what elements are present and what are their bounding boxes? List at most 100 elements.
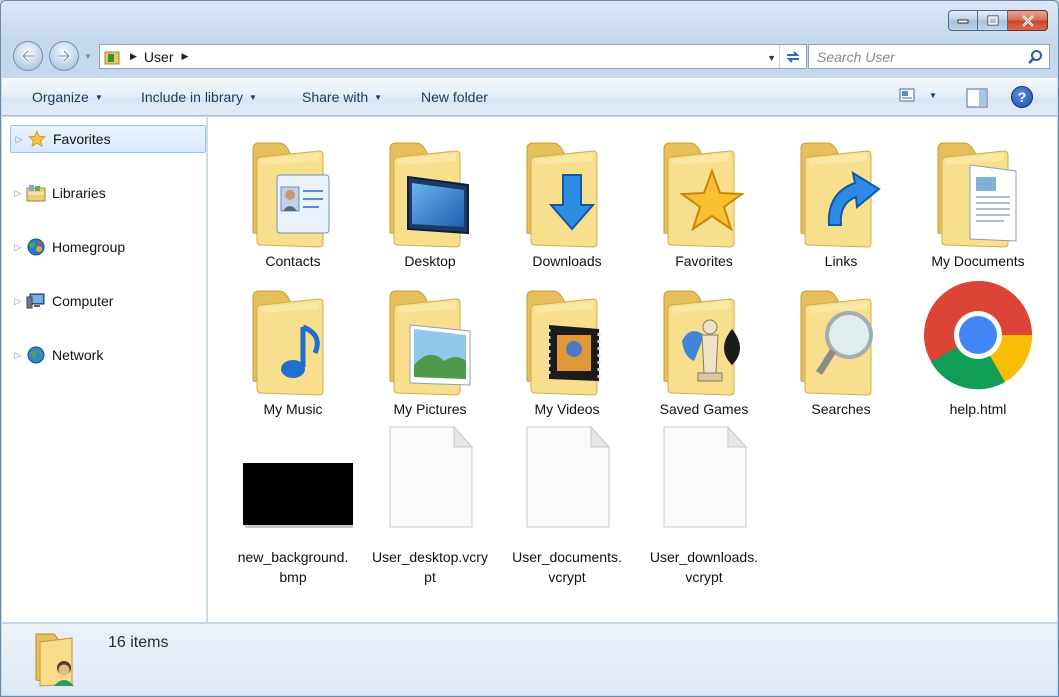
libraries-icon bbox=[26, 183, 46, 203]
share-with-button[interactable]: Share with ▼ bbox=[302, 89, 382, 105]
file-item[interactable]: User_desktop.vcry pt bbox=[368, 417, 492, 587]
sidebar-item-label: Favorites bbox=[53, 131, 111, 147]
item-label: User_downloads. vcrypt bbox=[649, 549, 759, 585]
share-with-label: Share with bbox=[302, 89, 369, 105]
file-item[interactable]: new_background. bmp bbox=[231, 417, 355, 587]
help-button[interactable]: ? bbox=[1011, 86, 1033, 108]
chevron-down-icon: ▼ bbox=[374, 92, 383, 102]
expand-arrow-icon[interactable]: ▷ bbox=[10, 242, 26, 253]
minimize-button[interactable] bbox=[948, 10, 978, 31]
folder-item[interactable]: Desktop bbox=[368, 121, 492, 271]
expand-arrow-icon[interactable]: ▷ bbox=[11, 134, 27, 145]
searches-folder-icon bbox=[779, 269, 903, 399]
sidebar-item-label: Libraries bbox=[52, 185, 106, 201]
expand-arrow-icon[interactable]: ▷ bbox=[10, 296, 26, 307]
caption-buttons bbox=[948, 10, 1048, 31]
item-label: Links bbox=[824, 253, 858, 269]
item-label: My Videos bbox=[534, 401, 600, 417]
links-folder-icon bbox=[779, 121, 903, 251]
computer-icon bbox=[26, 291, 46, 311]
item-count: 16 items bbox=[108, 634, 169, 651]
folder-item[interactable]: Contacts bbox=[231, 121, 355, 271]
generic-file-icon bbox=[368, 417, 492, 547]
minimize-icon bbox=[957, 19, 969, 23]
maximize-button[interactable] bbox=[978, 10, 1008, 31]
sidebar-item-label: Computer bbox=[52, 293, 114, 309]
new-folder-label: New folder bbox=[421, 89, 488, 105]
maximize-icon bbox=[987, 15, 998, 25]
forward-button[interactable] bbox=[49, 41, 79, 71]
folder-item[interactable]: Favorites bbox=[642, 121, 766, 271]
address-dropdown-icon[interactable]: ▼ bbox=[767, 53, 776, 63]
recent-pages-dropdown[interactable]: ▼ bbox=[84, 52, 92, 61]
preview-pane-button[interactable] bbox=[966, 88, 988, 113]
details-pane: 16 items bbox=[2, 623, 1057, 695]
close-icon bbox=[1021, 14, 1034, 27]
item-label: Searches bbox=[811, 401, 871, 417]
back-button[interactable] bbox=[13, 41, 43, 71]
pictures-folder-icon bbox=[368, 269, 492, 399]
file-item[interactable]: help.html bbox=[916, 269, 1040, 419]
folder-item[interactable]: My Pictures bbox=[368, 269, 492, 419]
sidebar-item-computer[interactable]: ▷ Computer bbox=[10, 287, 206, 315]
sidebar-item-homegroup[interactable]: ▷ Homegroup bbox=[10, 233, 206, 261]
command-bar: Organize ▼ Include in library ▼ Share with… bbox=[2, 78, 1057, 116]
favorites-folder-icon bbox=[642, 121, 766, 251]
sidebar-item-label: Network bbox=[52, 347, 104, 363]
folder-item[interactable]: Saved Games bbox=[642, 269, 766, 419]
expand-arrow-icon[interactable]: ▷ bbox=[10, 188, 26, 199]
include-in-library-label: Include in library bbox=[141, 89, 243, 105]
file-item[interactable]: User_downloads. vcrypt bbox=[642, 417, 766, 587]
folder-item[interactable]: Downloads bbox=[505, 121, 629, 271]
breadcrumb-separator-icon[interactable]: ▶ bbox=[130, 51, 137, 62]
item-label: Saved Games bbox=[659, 401, 749, 417]
games-folder-icon bbox=[642, 269, 766, 399]
navigation-pane: ▷ Favorites ▷ Libraries ▷ Homegroup ▷ Co… bbox=[2, 117, 207, 622]
sidebar-item-favorites[interactable]: ▷ Favorites bbox=[10, 125, 206, 153]
organize-button[interactable]: Organize ▼ bbox=[32, 89, 103, 105]
chevron-down-icon: ▼ bbox=[248, 92, 257, 102]
view-options-chevron-icon[interactable]: ▼ bbox=[929, 91, 937, 100]
organize-label: Organize bbox=[32, 89, 89, 105]
downloads-folder-icon bbox=[505, 121, 629, 251]
item-label: Contacts bbox=[265, 253, 321, 269]
search-input[interactable] bbox=[817, 46, 1017, 68]
item-label: new_background. bmp bbox=[237, 549, 349, 585]
breadcrumb-separator-icon[interactable]: ▶ bbox=[181, 51, 188, 62]
item-label: Desktop bbox=[404, 253, 456, 269]
item-label: Favorites bbox=[675, 253, 733, 269]
desktop-folder-icon bbox=[368, 121, 492, 251]
sidebar-item-label: Homegroup bbox=[52, 239, 126, 255]
breadcrumb-user[interactable]: User bbox=[144, 49, 174, 65]
folder-item[interactable]: Searches bbox=[779, 269, 903, 419]
help-icon: ? bbox=[1017, 89, 1027, 105]
change-view-button[interactable]: ▼ bbox=[899, 88, 937, 102]
explorer-window: ▼ ▶ User ▶ ▼ Organize ▼ Include in librar… bbox=[0, 0, 1059, 697]
sidebar-item-libraries[interactable]: ▷ Libraries bbox=[10, 179, 206, 207]
expand-arrow-icon[interactable]: ▷ bbox=[10, 350, 26, 361]
documents-folder-icon bbox=[916, 121, 1040, 251]
search-box[interactable] bbox=[808, 44, 1050, 69]
folder-item[interactable]: Links bbox=[779, 121, 903, 271]
forward-arrow-icon bbox=[58, 49, 72, 63]
user-folder-icon bbox=[35, 633, 74, 687]
videos-folder-icon bbox=[505, 269, 629, 399]
file-item[interactable]: User_documents. vcrypt bbox=[505, 417, 629, 587]
preview-pane-icon bbox=[966, 88, 988, 108]
folder-item[interactable]: My Documents bbox=[916, 121, 1040, 271]
new-folder-button[interactable]: New folder bbox=[421, 89, 488, 105]
generic-file-icon bbox=[642, 417, 766, 547]
homegroup-icon bbox=[26, 237, 46, 257]
refresh-button[interactable] bbox=[779, 45, 806, 68]
contacts-folder-icon bbox=[231, 121, 355, 251]
folder-item[interactable]: My Music bbox=[231, 269, 355, 419]
include-in-library-button[interactable]: Include in library ▼ bbox=[141, 89, 257, 105]
sidebar-item-network[interactable]: ▷ Network bbox=[10, 341, 206, 369]
close-button[interactable] bbox=[1008, 10, 1048, 31]
file-list: Contacts Desktop Downloads Favorites Lin… bbox=[208, 117, 1057, 622]
item-label: User_desktop.vcry pt bbox=[372, 549, 488, 585]
navigation-bar: ▼ ▶ User ▶ ▼ bbox=[11, 41, 1051, 71]
folder-item[interactable]: My Videos bbox=[505, 269, 629, 419]
search-icon[interactable] bbox=[1027, 49, 1043, 65]
address-bar[interactable]: ▶ User ▶ ▼ bbox=[99, 44, 807, 69]
